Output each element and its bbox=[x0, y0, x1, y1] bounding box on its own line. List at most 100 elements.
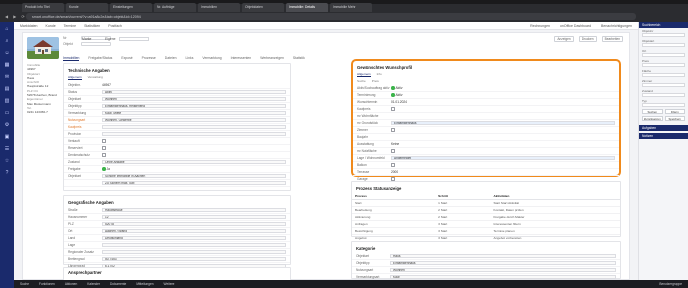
panel-field-input[interactable] bbox=[642, 63, 685, 67]
field-input[interactable]: Einfamilienhaus bbox=[390, 260, 616, 266]
table-row[interactable]: Bearbeitung 2 Start Kontakt, Daten prüfen bbox=[352, 206, 620, 214]
table-row[interactable]: Anfragen 3 Start Interessenten filtern bbox=[352, 220, 620, 228]
topbar-right-item[interactable]: Benachrichtigungen bbox=[601, 24, 632, 28]
tab-verwaltung[interactable]: Verwaltung bbox=[88, 75, 103, 80]
panel-field-input[interactable] bbox=[642, 73, 685, 77]
field-input[interactable]: Deutschland bbox=[102, 235, 286, 241]
checkbox[interactable] bbox=[102, 139, 106, 143]
topbar-right-item[interactable]: Rechnungen bbox=[530, 24, 550, 28]
tab-allgemein[interactable]: Allgemein bbox=[357, 72, 371, 77]
topbar-item[interactable]: Postfach bbox=[108, 24, 122, 28]
field-input[interactable]: Einfamilienhaus bbox=[391, 120, 615, 126]
tab-preis[interactable]: Preis bbox=[372, 79, 379, 83]
checkbox[interactable] bbox=[391, 163, 395, 167]
checkbox[interactable] bbox=[102, 153, 106, 157]
subtab-item[interactable]: Dateien bbox=[165, 56, 177, 61]
bottom-item[interactable]: Weitere bbox=[164, 282, 175, 286]
subtab-item[interactable]: Prozesse bbox=[142, 56, 156, 61]
save-button[interactable]: Speichern bbox=[664, 116, 685, 121]
star-icon[interactable]: ☆ bbox=[3, 158, 11, 164]
home-icon[interactable]: ⌂ bbox=[3, 26, 11, 32]
field-value[interactable]: 01.01.2024 bbox=[391, 100, 615, 104]
contacts-icon[interactable]: ☺ bbox=[3, 50, 11, 56]
field-input[interactable]: Wohnen bbox=[390, 267, 616, 273]
tab-info[interactable]: Info bbox=[377, 72, 382, 77]
field-input[interactable] bbox=[102, 124, 286, 130]
filter-button[interactable]: Filtern bbox=[664, 109, 685, 114]
calendar-icon[interactable]: ▦ bbox=[3, 62, 11, 68]
search-icon[interactable]: ⌕ bbox=[3, 38, 11, 44]
header-mid-input[interactable] bbox=[118, 37, 149, 41]
subtab-item[interactable]: Freigabe/Status bbox=[88, 56, 112, 61]
bottom-item[interactable]: Kalender bbox=[87, 282, 100, 286]
building-icon[interactable]: ▤ bbox=[3, 86, 11, 92]
header-field-input[interactable] bbox=[81, 42, 111, 46]
chart-icon[interactable]: ▥ bbox=[3, 98, 11, 104]
field-input[interactable]: Kauf, Miete bbox=[102, 110, 286, 116]
address-bar[interactable]: smart.onoffice.de/smart/current/?v=a91a8… bbox=[26, 13, 636, 20]
search-button[interactable]: Suchen bbox=[642, 109, 663, 114]
browser-tab[interactable]: Produkt Info Titel bbox=[22, 3, 64, 12]
gear-icon[interactable]: ⚙ bbox=[3, 122, 11, 128]
topbar-item[interactable]: Statistiken bbox=[84, 24, 100, 28]
panel-field-input[interactable] bbox=[642, 43, 685, 47]
field-input[interactable] bbox=[102, 249, 286, 255]
field-input[interactable]: 52078 bbox=[102, 221, 286, 227]
field-input[interactable] bbox=[102, 131, 286, 137]
field-input[interactable]: 12 bbox=[102, 214, 286, 220]
monitor-icon[interactable]: ▣ bbox=[3, 134, 11, 140]
table-row[interactable]: Start 1 Start Start Start Aktivität bbox=[352, 199, 620, 207]
panel-field-input[interactable] bbox=[642, 33, 685, 37]
subtab-item[interactable]: Interessenten bbox=[231, 56, 252, 61]
field-input[interactable]: Schöne Immobilie in Aachen bbox=[102, 173, 286, 179]
browser-tab[interactable]: Kunde bbox=[66, 3, 108, 12]
list-icon[interactable]: ☰ bbox=[3, 146, 11, 152]
field-input[interactable]: Einfamilienhaus, freistehend bbox=[102, 103, 286, 109]
field-input[interactable]: Aktiv bbox=[102, 89, 286, 95]
header-action-button[interactable]: Bearbeiten bbox=[601, 36, 623, 42]
topbar-item[interactable]: Kunde bbox=[46, 24, 56, 28]
subtab-item[interactable]: Statistik bbox=[293, 56, 305, 61]
bottom-item[interactable]: Aktionen bbox=[65, 282, 77, 286]
file-icon[interactable]: ▭ bbox=[3, 110, 11, 116]
field-input[interactable]: Haus bbox=[390, 253, 616, 259]
table-row[interactable]: Besichtigung 3 Start Termine planen bbox=[352, 227, 620, 235]
help-icon[interactable]: ? bbox=[3, 170, 11, 176]
bottom-item[interactable]: Funktionen bbox=[39, 282, 55, 286]
field-input[interactable]: Kauf bbox=[390, 274, 616, 280]
panel-section-tasks[interactable]: Aufgaben bbox=[639, 125, 688, 131]
header-action-button[interactable]: Drucken bbox=[578, 36, 597, 42]
panel-field-input[interactable] bbox=[642, 93, 685, 97]
browser-tab[interactable]: Objektdaten bbox=[242, 3, 284, 12]
browser-nav-buttons[interactable]: ◀ ▶ ⟳ bbox=[5, 14, 27, 19]
field-value[interactable]: 44967 bbox=[102, 83, 286, 87]
tab-suche[interactable]: Suche bbox=[357, 79, 366, 83]
browser-tab[interactable]: Immobilien bbox=[198, 3, 240, 12]
field-input[interactable] bbox=[102, 242, 286, 248]
bottom-right-item[interactable]: Benutzergruppe bbox=[659, 282, 682, 286]
panel-section-notes[interactable]: Notizen bbox=[639, 133, 688, 139]
tab-allgemein[interactable]: Allgemein bbox=[68, 75, 82, 80]
bottom-item[interactable]: Mitteilungen bbox=[136, 282, 153, 286]
checkbox[interactable] bbox=[102, 146, 106, 150]
topbar-item[interactable]: Marktdaten bbox=[20, 24, 38, 28]
field-input[interactable]: Aachen / Brand bbox=[102, 228, 286, 234]
bottom-item[interactable]: Dokumente bbox=[110, 282, 126, 286]
field-input[interactable]: Angemeldet bbox=[391, 155, 615, 161]
header-action-button[interactable]: Anzeigen bbox=[554, 36, 574, 42]
table-row[interactable]: Aktivierung 2 Start Freigabe durch Makler bbox=[352, 213, 620, 221]
browser-tab[interactable]: Nr. Aufträge bbox=[154, 3, 196, 12]
field-input[interactable]: Ohne Angabe bbox=[102, 159, 286, 165]
panel-field-input[interactable] bbox=[642, 83, 685, 87]
browser-tab[interactable]: Immobilie: Details bbox=[286, 3, 328, 12]
bottom-item[interactable]: Suche bbox=[20, 282, 29, 286]
checkbox[interactable] bbox=[391, 149, 395, 153]
topbar-item[interactable]: Termine bbox=[64, 24, 76, 28]
subtab-item[interactable]: Werbeanzeigen bbox=[260, 56, 284, 61]
field-value[interactable]: 2000 bbox=[391, 170, 615, 174]
panel-field-input[interactable] bbox=[642, 53, 685, 57]
checkbox[interactable] bbox=[391, 107, 395, 111]
field-input[interactable]: Hauptstraße bbox=[102, 207, 286, 213]
field-value[interactable]: Keine bbox=[391, 142, 615, 146]
browser-tab[interactable]: Einstellungen bbox=[110, 3, 152, 12]
